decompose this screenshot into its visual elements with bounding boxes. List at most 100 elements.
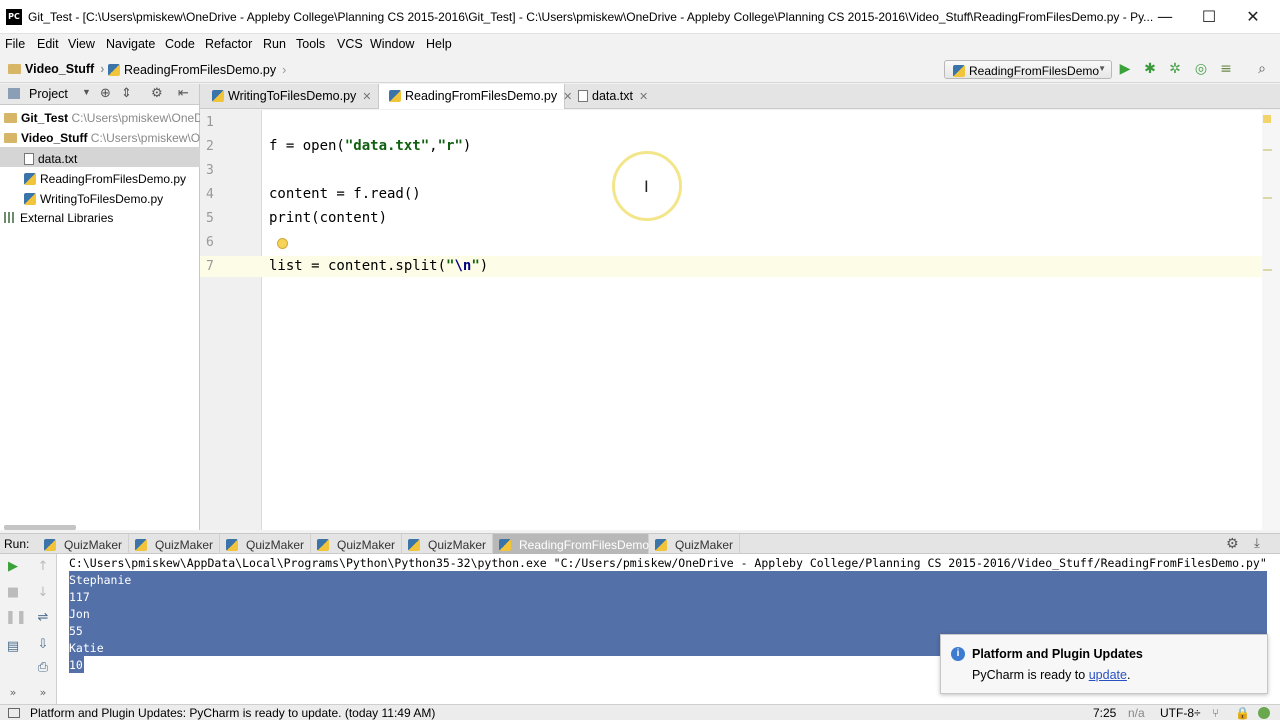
gear-icon[interactable]: ⚙ [151,85,163,101]
console-output-line: 55 [69,624,83,638]
tab-data-txt[interactable]: data.txt ✕ [568,84,658,109]
project-panel-label[interactable]: Project [29,87,68,101]
text-file-icon [24,153,34,165]
close-icon[interactable]: ✕ [362,91,371,103]
status-message[interactable]: Platform and Plugin Updates: PyCharm is … [30,706,435,720]
string-literal: " [471,258,480,274]
python-file-icon [953,65,965,77]
search-icon[interactable]: ⌕ [1254,61,1270,77]
maximize-button[interactable]: ☐ [1186,0,1232,34]
scroll-up-icon[interactable]: ↑ [35,559,51,575]
warning-marker-icon[interactable] [1263,115,1271,123]
gear-icon[interactable]: ⚙ [1226,535,1239,552]
tree-item-data-txt[interactable]: data.txt [0,147,200,167]
soft-wrap-icon[interactable]: ⇌ [35,610,51,626]
close-icon[interactable]: ✕ [639,91,648,103]
code-token: f = open( [269,138,345,154]
update-notification[interactable]: i Platform and Plugin Updates PyCharm is… [940,634,1268,694]
run-tab-quizmaker[interactable]: QuizMaker [38,534,129,554]
run-tab-label: QuizMaker [155,538,214,552]
expand-icon[interactable]: » [5,685,21,701]
menu-window[interactable]: Window [370,37,414,51]
profile-icon[interactable]: ◎ [1193,61,1209,77]
tab-writing-to-files-demo[interactable]: WritingToFilesDemo.py ✕ [202,84,378,109]
python-file-icon [108,64,120,76]
lock-icon[interactable]: 🔒 [1235,706,1250,720]
code-token: ) [462,138,472,154]
menu-code[interactable]: Code [165,37,195,51]
run-tab-quizmaker[interactable]: QuizMaker [402,534,493,554]
scroll-down-icon[interactable]: ↓ [35,585,51,601]
stripe-mark[interactable] [1263,149,1272,151]
python-file-icon [655,539,667,551]
hide-panel-icon[interactable]: ⇤ [178,85,189,101]
menu-vcs[interactable]: VCS [337,37,363,51]
hide-panel-icon[interactable]: ⤓ [1254,535,1260,551]
editor-error-stripe[interactable] [1262,110,1280,530]
run-panel-label: Run: [4,537,30,551]
line-number: 2 [206,139,214,154]
file-encoding[interactable]: UTF-8÷ [1160,706,1201,720]
tree-item-reading-from-files-demo[interactable]: ReadingFromFilesDemo.py [0,167,200,187]
event-log-icon[interactable] [1258,707,1270,719]
run-tab-quizmaker[interactable]: QuizMaker [129,534,220,554]
tool-window-toggle-icon[interactable] [8,708,20,718]
breadcrumb-file[interactable]: ReadingFromFilesDemo.py › [108,62,286,77]
run-tab-label: ReadingFromFilesDemo [519,538,650,552]
menu-refactor[interactable]: Refactor [205,37,252,51]
locate-icon[interactable]: ⊕ [100,85,111,101]
line-number: 6 [206,235,214,250]
line-number: 7 [206,259,214,274]
close-button[interactable]: ✕ [1230,0,1276,34]
menu-help[interactable]: Help [426,37,452,51]
line-separator[interactable]: n/a [1128,706,1145,720]
update-link[interactable]: update [1089,668,1127,682]
scroll-to-end-icon[interactable]: ⇩ [35,637,51,653]
chevron-down-icon[interactable]: ▼ [82,87,91,97]
menu-view[interactable]: View [68,37,95,51]
folder-icon [8,64,21,74]
menu-file[interactable]: File [5,37,25,51]
notification-text: . [1126,668,1131,682]
project-tree: Git_Test C:\Users\pmiskew\OneD Video_Stu… [0,105,200,530]
tree-item-video-stuff[interactable]: Video_Stuff C:\Users\pmiskew\O [0,127,200,147]
tab-reading-from-files-demo[interactable]: ReadingFromFilesDemo.py ✕ [378,84,572,109]
code-editor[interactable] [262,110,1272,530]
concurrency-icon[interactable]: ≡ [1218,61,1234,77]
menu-edit[interactable]: Edit [37,37,59,51]
run-tab-quizmaker[interactable]: QuizMaker [220,534,311,554]
run-tab-quizmaker[interactable]: QuizMaker [311,534,402,554]
pause-icon[interactable]: ❚❚ [5,610,27,626]
pycharm-app-icon: PC [6,9,22,25]
minimize-button[interactable]: — [1142,0,1188,34]
run-configuration-select[interactable]: ReadingFromFilesDemo ▼ [944,60,1112,79]
stop-icon[interactable]: ■ [5,585,21,601]
code-line-5: print(content) [269,210,388,226]
rerun-icon[interactable]: ▶ [5,559,21,575]
git-icon[interactable]: ⑂ [1212,706,1219,720]
tree-item-git-test[interactable]: Git_Test C:\Users\pmiskew\OneD [0,107,200,127]
debug-icon[interactable]: ✱ [1142,61,1158,77]
caret-position[interactable]: 7:25 [1093,706,1116,720]
menu-navigate[interactable]: Navigate [106,37,155,51]
print-icon[interactable]: ⎙ [35,660,51,676]
run-tab-quizmaker[interactable]: QuizMaker [649,534,740,554]
run-icon[interactable]: ▶ [1117,61,1133,77]
layout-icon[interactable]: ▤ [5,639,21,655]
run-coverage-icon[interactable]: ✲ [1167,61,1183,77]
tree-item-external-libraries[interactable]: External Libraries [0,207,200,227]
window-title: Git_Test - [C:\Users\pmiskew\OneDrive - … [28,10,1154,24]
tab-label: data.txt [592,89,633,103]
run-tab-reading-from-files-demo[interactable]: ReadingFromFilesDemo [493,534,649,554]
horizontal-scrollbar[interactable] [4,525,76,530]
tree-item-writing-to-files-demo[interactable]: WritingToFilesDemo.py [0,187,200,207]
more-icon[interactable]: » [35,685,51,701]
stripe-mark[interactable] [1263,269,1272,271]
lightbulb-icon[interactable] [277,238,288,249]
stripe-mark[interactable] [1263,197,1272,199]
collapse-icon[interactable]: ⇕ [121,85,132,101]
menu-run[interactable]: Run [263,37,286,51]
menu-tools[interactable]: Tools [296,37,325,51]
notification-text: PyCharm is ready to [972,668,1089,682]
breadcrumb-folder[interactable]: Video_Stuff › [8,62,104,76]
